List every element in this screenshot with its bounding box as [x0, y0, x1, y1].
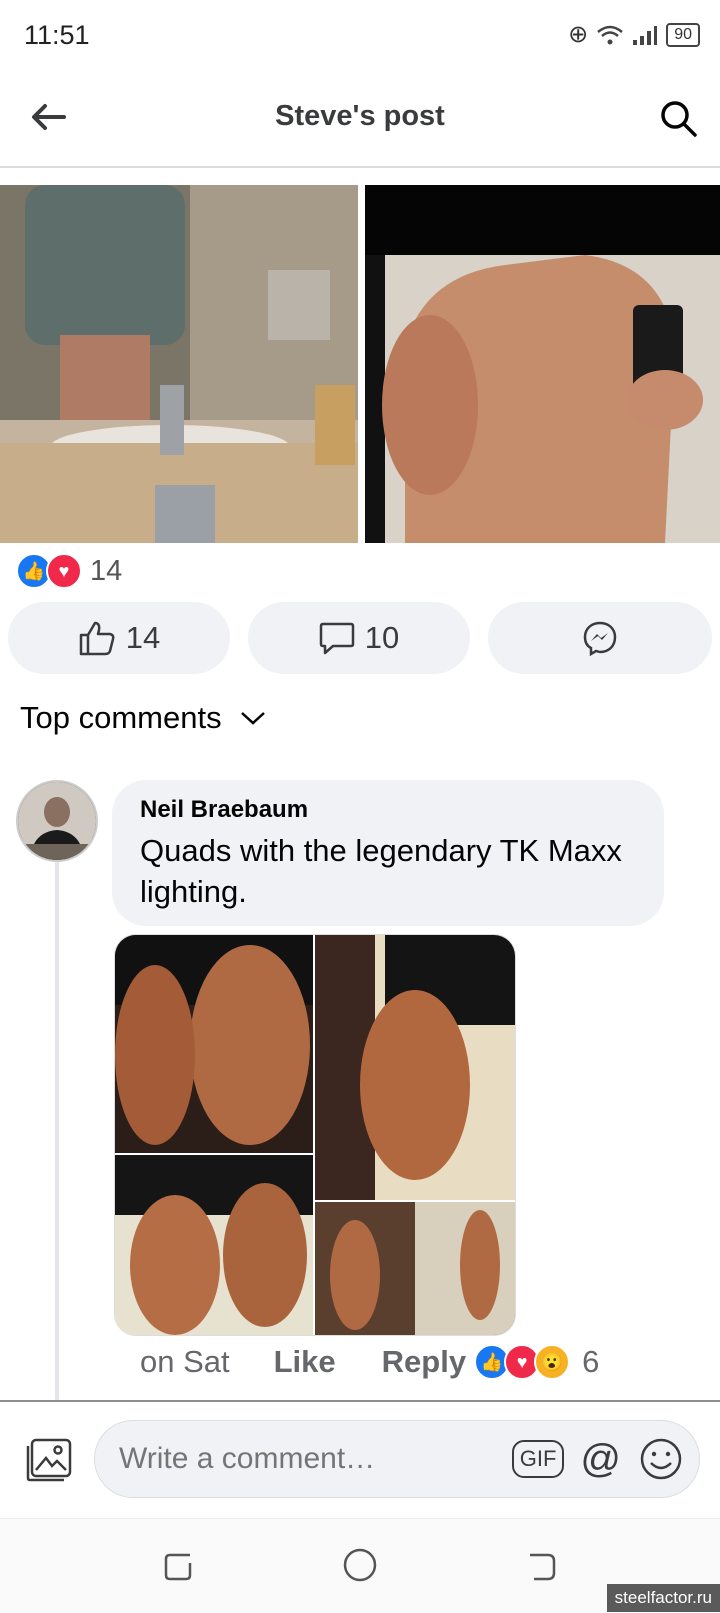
emoji-icon[interactable] — [639, 1437, 683, 1481]
watermark: steelfactor.ru — [606, 1584, 720, 1612]
chevron-down-icon — [240, 712, 265, 725]
wow-reaction-icon: 😮 — [534, 1344, 571, 1380]
comment-text: Quads with the legendary TK Maxx lightin… — [140, 833, 622, 909]
battery-indicator: 90 — [666, 22, 700, 47]
reaction-count: 14 — [90, 554, 123, 587]
comment-time: on Sat — [140, 1344, 230, 1379]
comment-reply-button[interactable]: Reply — [382, 1344, 466, 1380]
messenger-share-button[interactable] — [488, 602, 712, 674]
data-saver-icon: ⊕ — [568, 21, 589, 48]
like-count: 14 — [125, 620, 161, 655]
comment-composer[interactable]: GIF @ — [94, 1420, 700, 1498]
mention-button[interactable]: @ — [580, 1437, 621, 1482]
comment-bubble-icon — [319, 622, 354, 655]
home-icon[interactable] — [342, 1547, 378, 1583]
comment-thread-line — [55, 862, 59, 1402]
comment-reaction-count: 6 — [582, 1344, 600, 1379]
post-reactions-summary[interactable]: 👍 ♥ 14 — [16, 552, 122, 590]
messenger-icon — [583, 621, 617, 656]
comment-sort-dropdown[interactable]: Top comments — [20, 700, 266, 736]
comment-author[interactable]: Neil Braebaum — [140, 796, 308, 824]
signal-icon — [633, 25, 658, 45]
comment-count: 10 — [364, 620, 400, 655]
post-photo-2[interactable] — [365, 185, 720, 543]
comment-meta: on Sat Like Reply 👍 ♥ 😮 6 — [140, 1344, 599, 1380]
back-icon[interactable] — [524, 1549, 558, 1583]
comment-like-button[interactable]: Like — [274, 1344, 336, 1380]
status-time: 11:51 — [24, 20, 90, 50]
photo-attach-icon[interactable] — [24, 1436, 74, 1484]
comment-input[interactable] — [117, 1441, 512, 1477]
wifi-icon — [597, 25, 624, 44]
gif-button[interactable]: GIF — [511, 1440, 565, 1478]
comment-sort-label: Top comments — [20, 700, 222, 735]
thumbs-up-icon — [79, 621, 115, 656]
comment-photo-collage[interactable] — [114, 934, 516, 1336]
love-reaction-icon: ♥ — [46, 553, 82, 589]
search-icon[interactable] — [660, 100, 698, 138]
like-button[interactable]: 14 — [8, 602, 230, 674]
recent-apps-icon[interactable] — [162, 1549, 196, 1583]
composer-divider — [0, 1400, 720, 1402]
avatar[interactable] — [16, 780, 98, 862]
status-icons: ⊕ 90 — [568, 20, 700, 49]
page-title: Steve's post — [275, 100, 445, 132]
status-bar: 11:51 ⊕ 90 — [0, 0, 720, 72]
post-photo-1[interactable] — [0, 185, 358, 543]
comment-button[interactable]: 10 — [248, 602, 470, 674]
